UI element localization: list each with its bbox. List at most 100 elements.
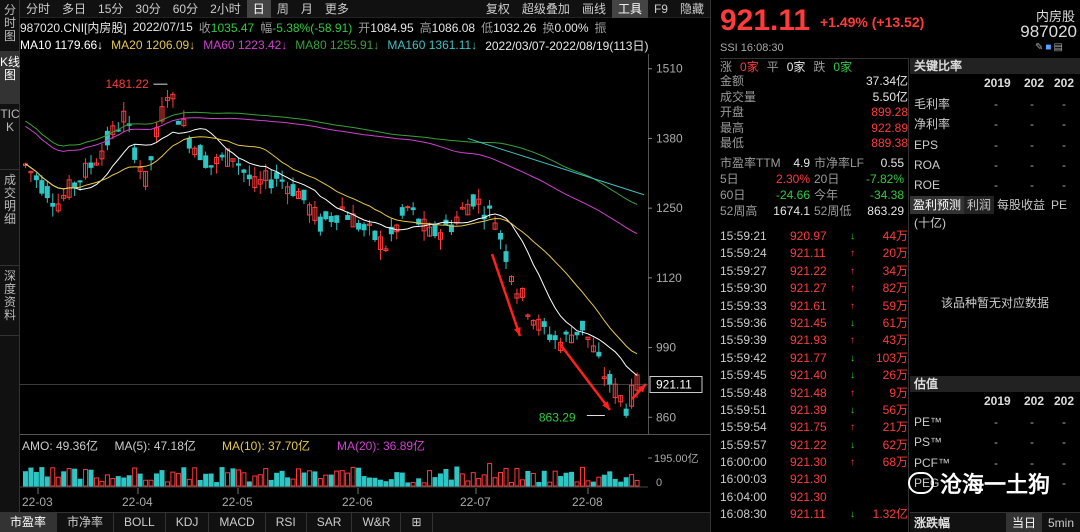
kline-chart-area[interactable]: 1510 1380 1250 1120 990 860 1481.22 863.29 921.…: [20, 54, 710, 512]
forecast-tab-pe[interactable]: PE: [1048, 196, 1070, 214]
candle-body: [148, 156, 154, 161]
tb-2hour[interactable]: 2小时: [204, 0, 247, 18]
volume-bar: [498, 471, 504, 487]
tb-hide[interactable]: 隐藏: [674, 0, 710, 18]
arrow-down-icon: ↓: [850, 509, 855, 521]
forecast-tab-forecast[interactable]: 盈利预测: [910, 196, 965, 214]
tick-time: 15:59:36: [720, 315, 767, 330]
btab-macd[interactable]: MACD: [209, 513, 266, 532]
tb-timeshare[interactable]: 分时: [20, 0, 56, 18]
volume-bar: [552, 470, 558, 487]
candle-body: [203, 155, 209, 168]
tick-row: 15:59:42 921.77 ↓ 103万: [720, 350, 908, 367]
candle-body: [410, 207, 416, 211]
tick-time: 16:08:30: [720, 507, 767, 522]
arrow-up-icon: ↑: [850, 283, 855, 295]
tb-f9[interactable]: F9: [648, 0, 674, 18]
volume-bar: [443, 469, 449, 487]
zf-today-button[interactable]: 当日: [1005, 513, 1042, 532]
tb-week[interactable]: 周: [271, 0, 295, 18]
ratio-label: 净利率: [914, 117, 951, 132]
tick-time: 15:59:57: [720, 437, 767, 452]
vol-ma10-label: MA(10): 37.70亿: [222, 438, 310, 453]
up-down-count-row: 涨 0家 平 0家 跌 0家: [720, 58, 908, 74]
ratio-value: -: [1030, 178, 1034, 193]
tb-30min[interactable]: 30分: [129, 0, 166, 18]
stat-label: 60日: [720, 188, 746, 202]
kline-chart-svg[interactable]: 1510 1380 1250 1120 990 860 1481.22 863.29 921.…: [20, 54, 710, 512]
tb-adjust[interactable]: 复权: [480, 0, 516, 18]
candle-body: [498, 232, 504, 240]
ratio-value: -: [1062, 137, 1066, 152]
volume-bar: [104, 474, 110, 487]
ma160-line: [467, 137, 645, 196]
ratio-row: ROE - - -: [914, 175, 1080, 195]
info-code: 987020.CNI[内房股]: [20, 20, 127, 35]
btab-sar[interactable]: SAR: [307, 513, 353, 532]
vtab-kline[interactable]: K线图: [0, 52, 20, 104]
ma80-label: MA80 1255.91↓: [295, 38, 380, 52]
btab-kdj[interactable]: KDJ: [166, 513, 210, 532]
vtab-trade-detail[interactable]: 成交明细: [0, 170, 20, 266]
btab-wr[interactable]: W&R: [352, 513, 402, 532]
stat-label: 金额: [720, 74, 745, 88]
quote-tool-icons[interactable]: ✎■▤: [1035, 42, 1065, 53]
vtab-depth[interactable]: 深度资料: [0, 266, 20, 336]
forecast-tab-eps[interactable]: 每股收益: [994, 196, 1048, 214]
btab-pb[interactable]: 市净率: [57, 513, 115, 532]
tb-multiday[interactable]: 多日: [56, 0, 92, 18]
volume-bar: [427, 470, 433, 487]
tb-60min[interactable]: 60分: [167, 0, 204, 18]
candle-body: [470, 194, 476, 207]
tick-row: 15:59:51 921.39 ↓ 56万: [720, 402, 908, 419]
volume-bar: [634, 479, 640, 487]
tick-time: 15:59:51: [720, 402, 767, 417]
vtab-tick[interactable]: TICK: [0, 104, 20, 170]
y-tick-label: 1380: [656, 131, 683, 145]
btab-rsi[interactable]: RSI: [266, 513, 307, 532]
candle-body: [279, 179, 285, 182]
forecast-tab-profit[interactable]: 利润: [964, 196, 995, 214]
tb-tools[interactable]: 工具: [611, 0, 648, 18]
arrow-down-icon: [850, 489, 864, 506]
arrow-down-icon: ↓: [850, 439, 855, 451]
btab-boll[interactable]: BOLL: [114, 513, 166, 532]
info-high-label: 高: [419, 20, 432, 35]
info-open-label: 开: [358, 20, 371, 35]
settings-icon[interactable]: ▤: [1053, 42, 1064, 53]
tb-draw[interactable]: 画线: [576, 0, 612, 18]
volume-bar: [508, 482, 514, 487]
candle-body: [361, 224, 367, 231]
volume-bar: [590, 481, 596, 487]
ratio-value: -: [1030, 157, 1034, 172]
add-indicator-button[interactable]: ⊞: [401, 513, 433, 532]
tb-month[interactable]: 月: [295, 0, 319, 18]
volume-bar: [143, 479, 149, 487]
ratio-value: -: [994, 157, 998, 172]
candle-body: [345, 215, 351, 220]
edit-icon[interactable]: ✎: [1035, 42, 1045, 53]
vtab-timeshare[interactable]: 分时图: [0, 0, 20, 52]
ratio-value: -: [1062, 157, 1066, 172]
tick-volume: 20万: [882, 246, 908, 261]
stat-label: 市盈率TTM: [720, 156, 781, 170]
tb-15min[interactable]: 15分: [92, 0, 129, 18]
tb-overlay[interactable]: 超级叠加: [516, 0, 576, 18]
candle-body: [197, 145, 203, 161]
volume-bar: [366, 477, 372, 487]
volume-bar: [514, 467, 520, 487]
btab-pe[interactable]: 市盈率: [0, 513, 58, 532]
volume-bar: [519, 479, 525, 487]
zf-5min-button[interactable]: 5min: [1042, 516, 1080, 530]
stat-value: 922.89: [871, 120, 908, 135]
volume-bar: [361, 476, 367, 487]
ratio-value: -: [1062, 435, 1066, 450]
stat-label: 开盘: [720, 105, 745, 120]
volume-bar: [28, 467, 34, 487]
tb-day[interactable]: 日: [246, 0, 271, 18]
tb-more[interactable]: 更多: [319, 0, 355, 18]
tick-time: 16:00:00: [720, 455, 767, 470]
ma-legend-row: MA10 1179.66↓ MA20 1206.09↓ MA60 1223.42…: [20, 36, 710, 54]
volume-bar: [186, 478, 192, 487]
tick-volume: 21万: [882, 420, 908, 435]
